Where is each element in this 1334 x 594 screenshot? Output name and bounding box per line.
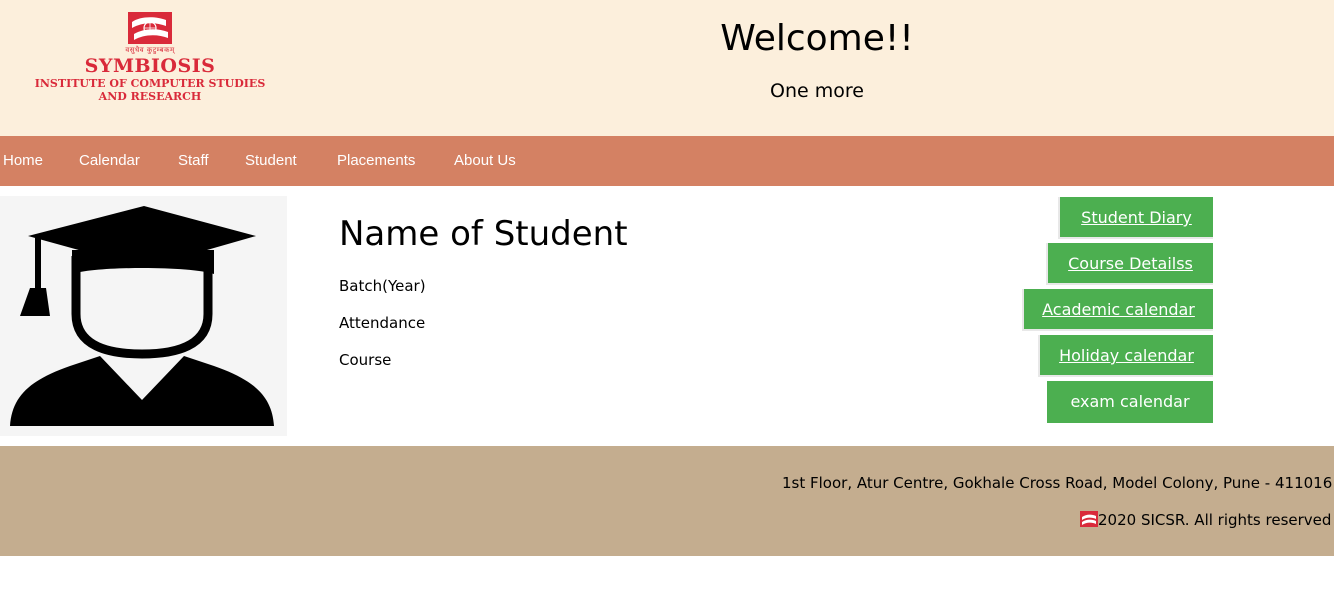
nav-item-home[interactable]: Home <box>3 136 43 186</box>
graduate-icon <box>10 206 274 426</box>
main-nav: Home Calendar Staff Student Placements A… <box>0 136 1334 186</box>
student-name: Name of Student <box>339 214 628 254</box>
page-header: वसुधैव कुटुम्बकम् SYMBIOSIS INSTITUTE OF… <box>0 0 1334 136</box>
welcome-heading: Welcome!! <box>720 18 914 59</box>
nav-item-calendar[interactable]: Calendar <box>79 136 140 186</box>
course-details-button[interactable]: Course Detailss <box>1046 243 1213 285</box>
logo-subtitle-line2: AND RESEARCH <box>98 90 202 103</box>
student-diary-button[interactable]: Student Diary <box>1058 197 1213 239</box>
academic-calendar-button[interactable]: Academic calendar <box>1022 289 1213 331</box>
page-footer: 1st Floor, Atur Centre, Gokhale Cross Ro… <box>0 446 1334 556</box>
nav-item-placements[interactable]: Placements <box>337 136 415 186</box>
exam-calendar-button[interactable]: exam calendar <box>1047 381 1213 423</box>
student-avatar <box>0 196 287 436</box>
footer-copyright: 2020 SICSR. All rights reserved <box>1080 511 1331 529</box>
footer-address: 1st Floor, Atur Centre, Gokhale Cross Ro… <box>782 474 1333 492</box>
nav-item-about-us[interactable]: About Us <box>454 136 516 186</box>
batch-label: Batch(Year) <box>339 277 426 295</box>
nav-item-staff[interactable]: Staff <box>178 136 209 186</box>
logo-tagline: वसुधैव कुटुम्बकम् <box>125 46 175 54</box>
welcome-subtitle: One more <box>770 80 864 102</box>
logo-subtitle-line1: INSTITUTE OF COMPUTER STUDIES <box>34 77 266 90</box>
logo-name: SYMBIOSIS <box>84 55 216 77</box>
symbiosis-small-logo-icon <box>1080 511 1098 527</box>
footer-copyright-text: 2020 SICSR. All rights reserved <box>1098 511 1332 529</box>
course-label: Course <box>339 351 392 369</box>
symbiosis-logo[interactable]: वसुधैव कुटुम्बकम् SYMBIOSIS INSTITUTE OF… <box>22 10 278 106</box>
attendance-label: Attendance <box>339 314 426 332</box>
nav-item-student[interactable]: Student <box>245 136 297 186</box>
symbiosis-logo-icon <box>128 12 172 44</box>
holiday-calendar-button[interactable]: Holiday calendar <box>1038 335 1213 377</box>
